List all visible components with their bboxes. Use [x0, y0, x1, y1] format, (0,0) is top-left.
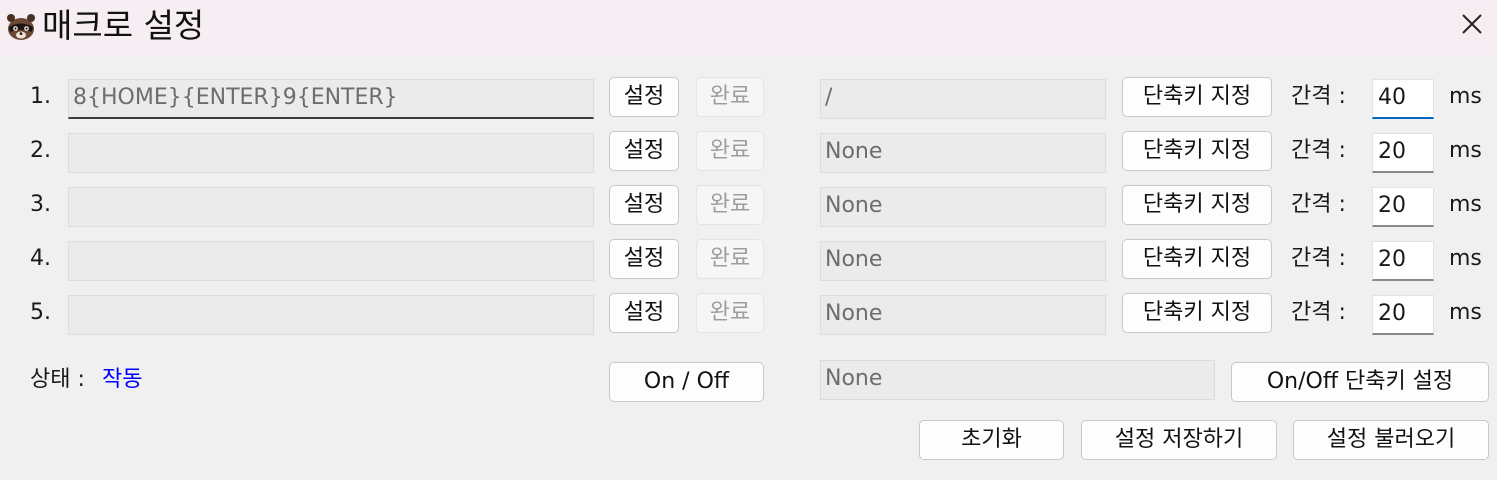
- row-number: 4.: [30, 246, 51, 271]
- hotkey-field: /: [820, 79, 1106, 119]
- interval-input[interactable]: 20: [1372, 187, 1434, 227]
- save-settings-button[interactable]: 설정 저장하기: [1081, 420, 1277, 460]
- interval-input[interactable]: 20: [1372, 133, 1434, 173]
- close-icon: [1461, 13, 1483, 39]
- hotkey-field: None: [820, 295, 1106, 335]
- macro-input[interactable]: [68, 187, 594, 227]
- done-button[interactable]: 완료: [696, 293, 764, 333]
- interval-unit: ms: [1449, 138, 1482, 163]
- assign-hotkey-button[interactable]: 단축키 지정: [1122, 239, 1272, 279]
- done-button[interactable]: 완료: [696, 77, 764, 117]
- assign-hotkey-button[interactable]: 단축키 지정: [1122, 77, 1272, 117]
- hotkey-field: None: [820, 133, 1106, 173]
- row-number: 5.: [30, 300, 51, 325]
- interval-input[interactable]: 40: [1372, 79, 1434, 119]
- interval-unit: ms: [1449, 246, 1482, 271]
- close-button[interactable]: [1450, 4, 1494, 48]
- set-button[interactable]: 설정: [609, 293, 679, 333]
- assign-hotkey-button[interactable]: 단축키 지정: [1122, 185, 1272, 225]
- set-button[interactable]: 설정: [609, 185, 679, 225]
- load-settings-button[interactable]: 설정 불러오기: [1293, 420, 1489, 460]
- interval-label: 간격 :: [1291, 246, 1346, 271]
- interval-unit: ms: [1449, 84, 1482, 109]
- macro-input[interactable]: [68, 133, 594, 173]
- hotkey-field: None: [820, 187, 1106, 227]
- onoff-hotkey-field: None: [820, 360, 1215, 400]
- interval-input[interactable]: 20: [1372, 295, 1434, 335]
- assign-hotkey-button[interactable]: 단축키 지정: [1122, 131, 1272, 171]
- done-button[interactable]: 완료: [696, 239, 764, 279]
- set-button[interactable]: 설정: [609, 239, 679, 279]
- interval-input[interactable]: 20: [1372, 241, 1434, 281]
- row-number: 1.: [30, 84, 51, 109]
- set-button[interactable]: 설정: [609, 131, 679, 171]
- row-number: 3.: [30, 192, 51, 217]
- macro-input[interactable]: [68, 241, 594, 281]
- assign-hotkey-button[interactable]: 단축키 지정: [1122, 293, 1272, 333]
- raccoon-app-icon: [5, 10, 37, 42]
- interval-unit: ms: [1449, 192, 1482, 217]
- row-number: 2.: [30, 138, 51, 163]
- macro-input[interactable]: 8{HOME}{ENTER}9{ENTER}: [68, 79, 594, 119]
- interval-label: 간격 :: [1291, 192, 1346, 217]
- set-button[interactable]: 설정: [609, 77, 679, 117]
- reset-button[interactable]: 초기화: [919, 420, 1064, 460]
- interval-unit: ms: [1449, 300, 1482, 325]
- hotkey-field: None: [820, 241, 1106, 281]
- interval-label: 간격 :: [1291, 300, 1346, 325]
- status-label: 상태 :: [30, 367, 85, 392]
- onoff-toggle-button[interactable]: On / Off: [609, 362, 764, 402]
- done-button[interactable]: 완료: [696, 131, 764, 171]
- window-title: 매크로 설정: [42, 6, 205, 45]
- onoff-hotkey-button[interactable]: On/Off 단축키 설정: [1231, 362, 1489, 402]
- status-value: 작동: [102, 367, 143, 392]
- interval-label: 간격 :: [1291, 138, 1346, 163]
- done-button[interactable]: 완료: [696, 185, 764, 225]
- interval-label: 간격 :: [1291, 84, 1346, 109]
- macro-input[interactable]: [68, 295, 594, 335]
- title-bar: 매크로 설정: [0, 0, 1497, 56]
